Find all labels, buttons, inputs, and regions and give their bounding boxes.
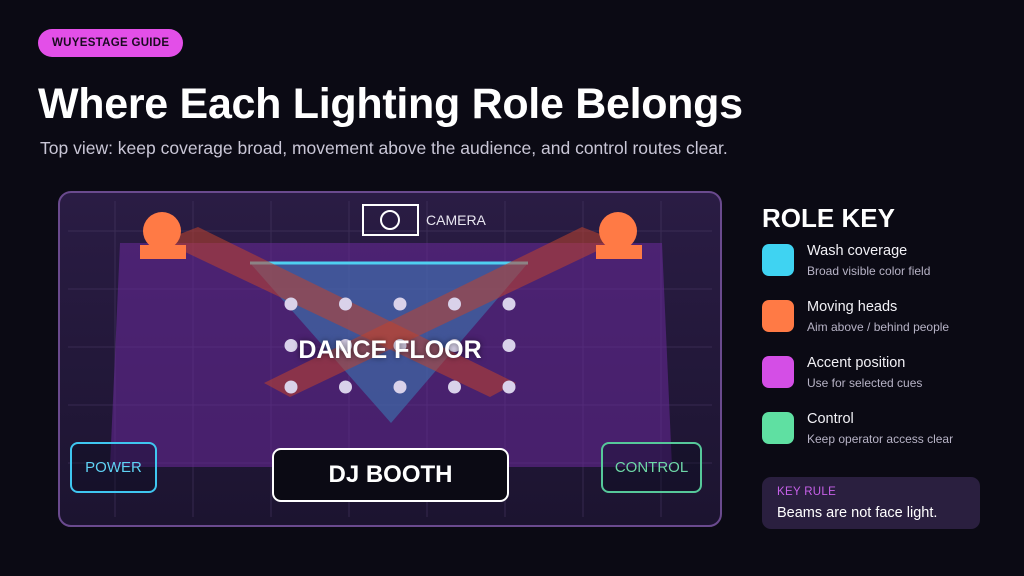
key-item-description: Keep operator access clear xyxy=(807,432,954,446)
key-item-accent: Accent position Use for selected cues xyxy=(762,355,1002,395)
audience-dot xyxy=(284,380,298,394)
key-rule-text: Beams are not face light. xyxy=(777,505,938,521)
key-item-label: Accent position xyxy=(807,355,906,371)
key-item-description: Use for selected cues xyxy=(807,376,923,390)
moving-heads-swatch xyxy=(762,300,794,332)
key-item-label: Moving heads xyxy=(807,299,898,315)
key-rule-box: KEY RULE Beams are not face light. xyxy=(762,477,980,529)
audience-dot xyxy=(502,380,516,394)
audience-dot xyxy=(339,297,352,311)
audience-dot xyxy=(284,297,298,311)
wash-swatch xyxy=(762,244,794,276)
role-key-title: ROLE KEY xyxy=(762,203,895,233)
page-subtitle: Top view: keep coverage broad, movement … xyxy=(40,138,728,158)
audience-dot xyxy=(393,380,407,394)
key-item-description: Broad visible color field xyxy=(807,264,931,278)
camera-label: CAMERA xyxy=(426,212,486,228)
audience-dot xyxy=(502,297,516,311)
accent-swatch xyxy=(762,356,794,388)
control-box: CONTROL xyxy=(601,442,702,493)
audience-dot xyxy=(393,297,407,311)
key-rule-label: KEY RULE xyxy=(777,486,837,498)
key-item-moving-heads: Moving heads Aim above / behind people xyxy=(762,299,1002,339)
audience-dot xyxy=(339,380,352,394)
key-item-wash: Wash coverage Broad visible color field xyxy=(762,243,1002,283)
audience-dot xyxy=(448,380,461,394)
key-item-label: Control xyxy=(807,411,854,427)
page-title: Where Each Lighting Role Belongs xyxy=(38,80,743,128)
guide-badge: WUYESTAGE GUIDE xyxy=(38,29,184,57)
key-item-description: Aim above / behind people xyxy=(807,320,950,334)
key-item-label: Wash coverage xyxy=(807,243,908,259)
audience-dot xyxy=(448,297,461,311)
stage-diagram: CAMERA DANCE FLOOR POWER CONTROL DJ BOOT… xyxy=(58,191,722,527)
power-box: POWER xyxy=(70,442,157,493)
control-swatch xyxy=(762,412,794,444)
dj-booth-box: DJ BOOTH xyxy=(272,448,509,502)
dance-floor-label: DANCE FLOOR xyxy=(298,336,482,364)
key-item-control: Control Keep operator access clear xyxy=(762,411,1002,451)
